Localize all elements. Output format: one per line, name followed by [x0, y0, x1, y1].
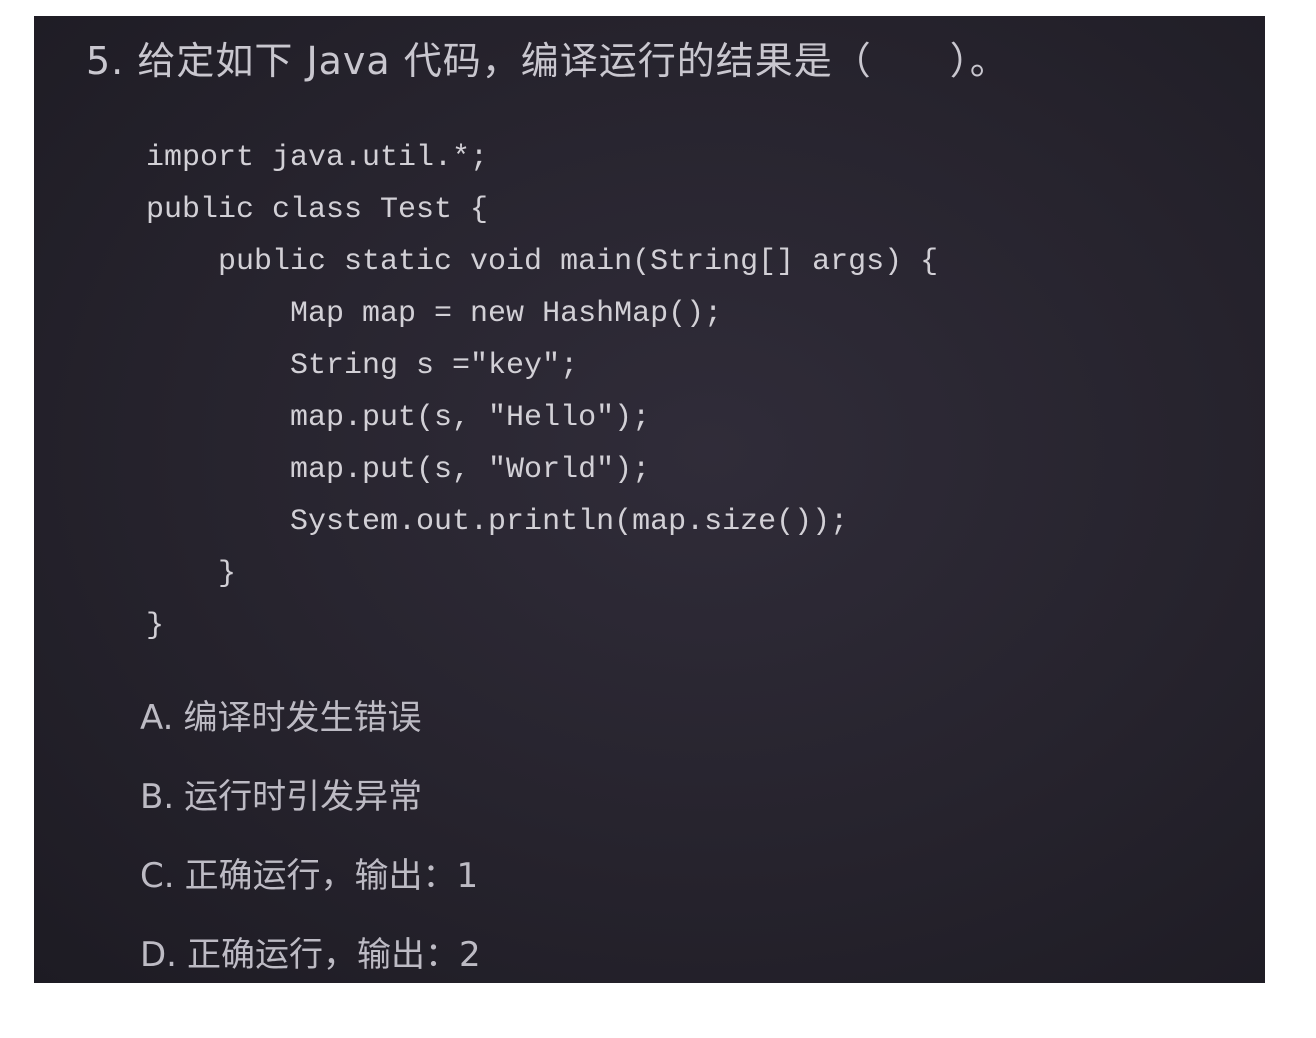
code-line: import java.util.*; — [146, 141, 489, 175]
code-line: System.out.println(map.size()); — [146, 505, 849, 539]
code-line: } — [146, 609, 165, 643]
option-a: A. 编译时发生错误 — [140, 688, 481, 767]
question-heading: 5. 给定如下 Java 代码，编译运行的结果是（ ）。 — [86, 30, 1009, 85]
option-text: 编译时发生错误 — [183, 698, 422, 738]
option-text: 运行时引发异常 — [184, 777, 423, 817]
answer-options: A. 编译时发生错误 B. 运行时引发异常 C. 正确运行，输出：1 D. 正确运行，输… — [140, 688, 481, 983]
code-line: String s ="key"; — [146, 349, 579, 383]
question-photo: 5. 给定如下 Java 代码，编译运行的结果是（ ）。 import java… — [34, 16, 1265, 983]
option-c: C. 正确运行，输出：1 — [140, 846, 481, 925]
option-b: B. 运行时引发异常 — [140, 767, 481, 846]
code-line: map.put(s, "World"); — [146, 453, 651, 487]
option-d: D. 正确运行，输出：2 — [140, 925, 481, 983]
code-line: } — [146, 557, 237, 591]
option-key: B. — [140, 777, 175, 817]
question-number: 5. — [86, 39, 125, 83]
option-text: 正确运行，输出：1 — [184, 856, 479, 896]
code-line: public static void main(String[] args) { — [146, 245, 939, 279]
code-line: map.put(s, "Hello"); — [146, 401, 651, 435]
code-block: import java.util.*; public class Test { p… — [146, 132, 938, 652]
option-key: C. — [140, 856, 175, 896]
code-line: public class Test { — [146, 193, 489, 227]
option-key: A. — [140, 698, 174, 738]
option-key: D. — [140, 935, 177, 975]
question-text: 给定如下 Java 代码，编译运行的结果是（ ）。 — [137, 39, 1009, 83]
option-text: 正确运行，输出：2 — [187, 935, 481, 975]
code-line: Map map = new HashMap(); — [146, 297, 723, 331]
